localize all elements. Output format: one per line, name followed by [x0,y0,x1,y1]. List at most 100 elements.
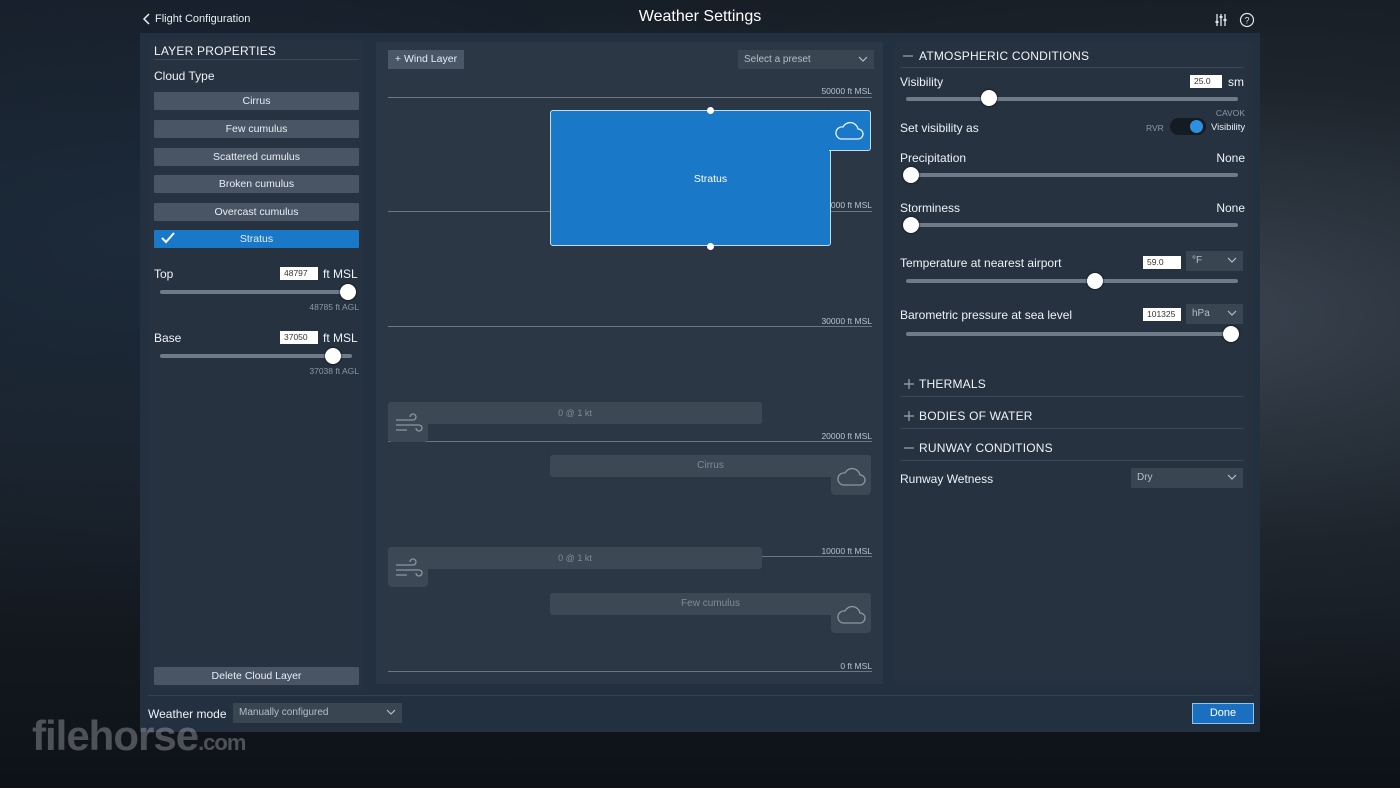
conditions-panel [895,42,1252,684]
preset-select[interactable]: Select a preset [738,50,874,69]
delete-cloud-layer-button[interactable]: Delete Cloud Layer [154,667,359,685]
wind-layer-tab[interactable] [388,547,428,587]
precipitation-slider-track[interactable] [906,173,1238,177]
stratus-seam [831,111,834,150]
temperature-label: Temperature at nearest airport [900,256,1062,270]
expand-icon[interactable] [904,411,914,421]
help-icon[interactable]: ? [1239,12,1255,28]
altitude-label: 30000 ft MSL [821,316,872,326]
storminess-label: Storminess [900,201,961,215]
wind-layer-bar[interactable]: 0 @ 1 kt [388,402,762,424]
wind-icon [396,558,423,577]
add-wind-layer-button[interactable]: + Wind Layer [388,50,464,69]
stratus-base-handle[interactable] [707,243,714,250]
pressure-input[interactable]: 101325 [1143,308,1181,321]
top-label: Top [154,267,174,281]
cloud-type-overcast-cumulus[interactable]: Overcast cumulus [154,203,359,221]
altitude-label: 20000 ft MSL [821,431,872,441]
runway-wetness-label: Runway Wetness [900,472,994,486]
cirrus-layer-tab[interactable] [831,455,871,495]
cloud-type-scattered-cumulus[interactable]: Scattered cumulus [154,148,359,166]
altitude-line [388,441,872,442]
altitude-line [388,671,872,672]
top-slider-track[interactable] [160,290,352,294]
temperature-input[interactable]: 59.0 [1143,256,1181,269]
collapse-icon[interactable] [904,443,914,453]
precipitation-slider-handle[interactable] [902,167,919,183]
precipitation-label: Precipitation [900,151,967,165]
cloud-type-cirrus[interactable]: Cirrus [154,92,359,110]
few-cumulus-layer-tab[interactable] [831,593,871,633]
storminess-slider-track[interactable] [906,223,1238,227]
pressure-label: Barometric pressure at sea level [900,308,1073,322]
pressure-slider-track[interactable] [906,332,1238,336]
runway-wetness-value: Dry [1137,472,1153,483]
preset-placeholder: Select a preset [744,54,811,65]
divider [900,396,1244,397]
watermark-logo: filehorse.com [32,712,246,759]
divider [900,428,1244,429]
temperature-slider-track[interactable] [906,279,1238,283]
base-unit: ft MSL [323,331,358,345]
toggle-knob [1190,120,1203,133]
sliders-icon[interactable] [1213,12,1229,28]
base-slider-handle[interactable] [324,348,341,364]
collapse-icon[interactable] [903,51,913,61]
weather-mode-select[interactable]: Manually configured [233,703,402,723]
chevron-down-icon [1227,257,1237,263]
cloud-type-stratus-label: Stratus [239,233,274,245]
divider [154,59,359,60]
base-input[interactable]: 37050 [280,331,318,344]
atmospheric-title: ATMOSPHERIC CONDITIONS [919,49,1090,63]
few-cumulus-layer-bar[interactable]: Few cumulus [550,593,871,615]
runway-conditions-title[interactable]: RUNWAY CONDITIONS [919,441,1053,455]
set-visibility-label: Set visibility as [900,121,979,135]
expand-icon[interactable] [904,379,914,389]
visibility-mode-toggle[interactable] [1170,118,1206,135]
visibility-slider-handle[interactable] [981,90,997,106]
thermals-title[interactable]: THERMALS [919,377,986,391]
page-title: Weather Settings [638,8,762,25]
storminess-slider-handle[interactable] [902,217,919,233]
altitude-line [388,326,872,327]
chevron-down-icon [1227,474,1237,480]
cloud-icon [837,467,866,486]
divider [900,67,1244,68]
runway-wetness-select[interactable]: Dry [1131,468,1243,488]
stratus-label: Stratus [693,173,728,185]
cloud-type-stratus[interactable]: Stratus [154,230,359,248]
stratus-icon-tab[interactable] [829,110,871,151]
svg-text:?: ? [1244,16,1249,26]
visibility-slider-track[interactable] [906,97,1238,101]
stratus-top-handle[interactable] [707,107,714,114]
cirrus-layer-bar[interactable]: Cirrus [550,455,871,477]
pressure-unit-select[interactable]: hPa [1186,304,1243,324]
base-label: Base [154,331,182,345]
visibility-unit: sm [1228,75,1244,89]
cloud-icon [835,121,864,140]
wind-layer-tab[interactable] [388,402,428,442]
temperature-unit-select[interactable]: °F [1186,251,1243,271]
precipitation-value: None [1216,151,1245,165]
temperature-unit: °F [1192,255,1203,266]
layer-properties-title: LAYER PROPERTIES [154,44,277,58]
altitude-label: 50000 ft MSL [821,86,872,96]
cavok-label: CAVOK [1215,108,1245,118]
divider [900,460,1244,461]
bodies-of-water-title[interactable]: BODIES OF WATER [919,409,1033,423]
altitude-line [388,97,872,98]
cloud-type-broken-cumulus[interactable]: Broken cumulus [154,175,359,193]
visibility-input[interactable]: 25.0 [1190,75,1222,88]
footer-divider [148,695,1253,696]
top-unit: ft MSL [323,267,358,281]
cloud-type-few-cumulus[interactable]: Few cumulus [154,120,359,138]
wind-layer-bar[interactable]: 0 @ 1 kt [388,547,762,569]
visibility-label: Visibility [900,75,944,89]
top-agl: 48785 ft AGL [309,302,359,312]
altitude-label: 10000 ft MSL [821,546,872,556]
top-input[interactable]: 48797 [280,267,318,280]
base-agl: 37038 ft AGL [309,366,359,376]
done-button[interactable]: Done [1192,703,1254,724]
pressure-unit: hPa [1192,308,1210,319]
base-slider-track[interactable] [160,354,352,358]
